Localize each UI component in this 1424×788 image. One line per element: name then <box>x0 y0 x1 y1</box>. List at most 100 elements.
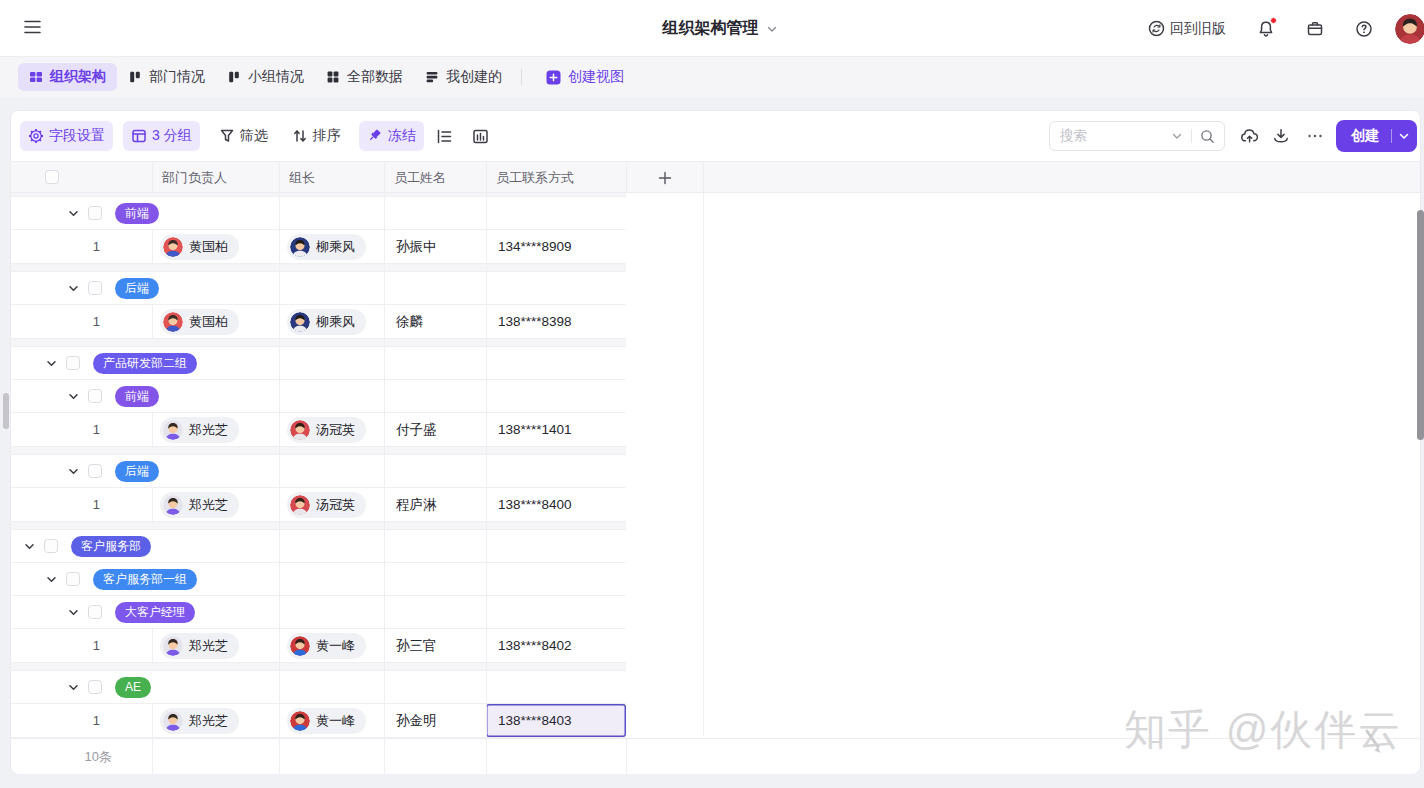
group-row: 前端 <box>11 380 626 413</box>
collapse-chevron-icon[interactable] <box>68 391 79 402</box>
workspace-icon[interactable] <box>1306 20 1324 38</box>
chart-button[interactable] <box>466 121 496 151</box>
column-header[interactable]: 员工姓名 <box>384 162 486 193</box>
table-vertical-scrollbar[interactable] <box>3 393 9 429</box>
collapse-chevron-icon[interactable] <box>68 607 79 618</box>
collapse-chevron-icon[interactable] <box>24 541 35 552</box>
group-checkbox[interactable] <box>88 605 102 619</box>
employee-name-cell[interactable]: 孙振中 <box>394 238 437 256</box>
collapse-chevron-icon[interactable] <box>68 283 79 294</box>
tab-1[interactable]: 组织架构 <box>18 63 117 91</box>
help-icon[interactable] <box>1355 20 1373 38</box>
title-chevron-down-icon[interactable] <box>766 23 778 35</box>
employee-name-cell[interactable]: 孙金明 <box>394 712 437 730</box>
phone-cell[interactable]: 138****8403 <box>486 704 626 737</box>
upload-icon[interactable] <box>1240 127 1260 145</box>
person-chip[interactable]: 郑光芝 <box>160 708 239 734</box>
select-all-checkbox[interactable] <box>45 170 59 184</box>
tab-4[interactable]: 全部数据 <box>315 63 414 91</box>
column-header[interactable]: 员工联系方式 <box>486 162 626 193</box>
group-badge[interactable]: 前端 <box>115 203 159 224</box>
group-checkbox[interactable] <box>44 539 58 553</box>
person-chip[interactable]: 郑光芝 <box>160 492 239 518</box>
group-spacer <box>11 264 626 272</box>
person-chip[interactable]: 黄一峰 <box>287 708 366 734</box>
group-spacer <box>11 663 626 671</box>
group-checkbox[interactable] <box>88 680 102 694</box>
row-height-icon <box>436 128 453 145</box>
tab-5[interactable]: 我创建的 <box>414 63 513 91</box>
person-chip[interactable]: 汤冠英 <box>287 492 366 518</box>
person-avatar <box>163 237 183 257</box>
phone-cell[interactable]: 138****8398 <box>486 305 626 338</box>
group-badge[interactable]: 后端 <box>115 278 159 299</box>
person-chip[interactable]: 柳乘风 <box>287 234 366 260</box>
filter-button[interactable]: 筛选 <box>211 121 276 151</box>
group-badge[interactable]: 大客户经理 <box>115 602 195 623</box>
group-badge[interactable]: 后端 <box>115 461 159 482</box>
page-vertical-scrollbar[interactable] <box>1417 210 1424 440</box>
column-header[interactable]: 组长 <box>279 162 384 193</box>
row-height-button[interactable] <box>430 121 460 151</box>
back-to-old-version-button[interactable]: 回到旧版 <box>1148 20 1226 38</box>
person-chip[interactable]: 黄国柏 <box>160 234 239 260</box>
tab-3[interactable]: 小组情况 <box>216 63 315 91</box>
grouping-button[interactable]: 3 分组 <box>123 121 200 151</box>
data-row[interactable]: 1黄国柏柳乘风徐麟138****8398 <box>11 305 626 339</box>
field-settings-button[interactable]: 字段设置 <box>20 121 113 151</box>
group-checkbox[interactable] <box>88 206 102 220</box>
collapse-chevron-icon[interactable] <box>68 682 79 693</box>
collapse-chevron-icon[interactable] <box>46 358 57 369</box>
notifications-button[interactable] <box>1257 20 1275 38</box>
person-chip[interactable]: 黄国柏 <box>160 309 239 335</box>
group-row: 大客户经理 <box>11 596 626 629</box>
collapse-chevron-icon[interactable] <box>46 574 57 585</box>
group-checkbox[interactable] <box>88 281 102 295</box>
column-header[interactable]: 部门负责人 <box>152 162 279 193</box>
phone-cell[interactable]: 138****8402 <box>486 629 626 662</box>
data-row[interactable]: 1郑光芝汤冠英程庐淋138****8400 <box>11 488 626 522</box>
data-row[interactable]: 1郑光芝汤冠英付子盛138****1401 <box>11 413 626 447</box>
sort-button[interactable]: 排序 <box>284 121 349 151</box>
employee-name-cell[interactable]: 付子盛 <box>394 421 437 439</box>
group-badge[interactable]: 产品研发部二组 <box>93 353 197 374</box>
person-chip[interactable]: 郑光芝 <box>160 633 239 659</box>
person-chip[interactable]: 郑光芝 <box>160 417 239 443</box>
person-chip[interactable]: 柳乘风 <box>287 309 366 335</box>
search-input[interactable]: 搜索 <box>1049 121 1225 151</box>
group-row: 产品研发部二组 <box>11 347 626 380</box>
person-avatar <box>163 711 183 731</box>
group-badge[interactable]: AE <box>115 677 151 698</box>
create-view-button[interactable]: 创建视图 <box>536 68 634 86</box>
search-icon[interactable] <box>1200 129 1215 144</box>
person-chip[interactable]: 黄一峰 <box>287 633 366 659</box>
group-badge[interactable]: 前端 <box>115 386 159 407</box>
collapse-chevron-icon[interactable] <box>68 208 79 219</box>
tab-2[interactable]: 部门情况 <box>117 63 216 91</box>
employee-name-cell[interactable]: 徐麟 <box>394 313 423 331</box>
group-checkbox[interactable] <box>66 572 80 586</box>
data-row[interactable]: 1郑光芝黄一峰孙金明138****8403 <box>11 704 626 738</box>
employee-name-cell[interactable]: 程庐淋 <box>394 496 437 514</box>
employee-name-cell[interactable]: 孙三官 <box>394 637 437 655</box>
user-avatar[interactable] <box>1395 14 1424 44</box>
group-badge[interactable]: 客户服务部 <box>71 536 151 557</box>
data-row[interactable]: 1郑光芝黄一峰孙三官138****8402 <box>11 629 626 663</box>
collapse-chevron-icon[interactable] <box>68 466 79 477</box>
group-badge[interactable]: 客户服务部一组 <box>93 569 197 590</box>
phone-cell[interactable]: 134****8909 <box>486 230 626 263</box>
funnel-icon <box>219 128 235 144</box>
download-icon[interactable] <box>1272 127 1290 145</box>
data-row[interactable]: 1黄国柏柳乘风孙振中134****8909 <box>11 230 626 264</box>
search-chevron-down-icon[interactable] <box>1171 130 1183 142</box>
group-checkbox[interactable] <box>66 356 80 370</box>
phone-cell[interactable]: 138****1401 <box>486 413 626 446</box>
group-checkbox[interactable] <box>88 389 102 403</box>
group-checkbox[interactable] <box>88 464 102 478</box>
person-chip[interactable]: 汤冠英 <box>287 417 366 443</box>
freeze-button[interactable]: 冻结 <box>359 121 424 151</box>
more-actions-icon[interactable] <box>1306 127 1324 145</box>
phone-cell[interactable]: 138****8400 <box>486 488 626 521</box>
add-column-button[interactable] <box>626 162 703 193</box>
create-button[interactable]: 创建 <box>1336 120 1417 152</box>
